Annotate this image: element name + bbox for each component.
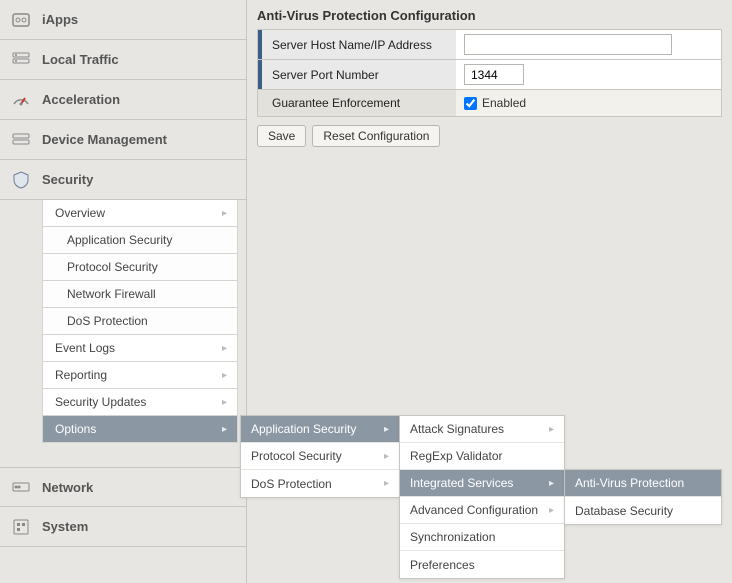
flyout-synchronization[interactable]: Synchronization <box>400 524 564 551</box>
submenu-protocol-security[interactable]: Protocol Security <box>43 254 237 281</box>
flyout-protocol-security[interactable]: Protocol Security ▸ <box>241 443 399 470</box>
chevron-right-icon: ▸ <box>222 208 227 219</box>
flyout-advanced-config[interactable]: Advanced Configuration ▸ <box>400 497 564 524</box>
submenu-overview[interactable]: Overview ▸ <box>43 200 237 227</box>
page-title: Anti-Virus Protection Configuration <box>257 8 722 23</box>
intsvc-flyout: Anti-Virus Protection Database Security <box>564 469 722 525</box>
host-input[interactable] <box>464 34 672 55</box>
flyout-database-security[interactable]: Database Security <box>565 497 721 524</box>
nav-label: iApps <box>42 12 78 27</box>
config-form: Server Host Name/IP Address Server Port … <box>257 29 722 117</box>
submenu-reporting[interactable]: Reporting ▸ <box>43 362 237 389</box>
nav-system[interactable]: System <box>0 507 246 547</box>
guarantee-label: Guarantee Enforcement <box>258 90 456 116</box>
submenu-label: Options <box>55 422 96 436</box>
iapps-icon <box>10 9 32 31</box>
chevron-right-icon: ▸ <box>384 424 389 435</box>
chevron-right-icon: ▸ <box>222 343 227 354</box>
flyout-app-security[interactable]: Application Security ▸ <box>241 416 399 443</box>
nav-label: Local Traffic <box>42 52 119 67</box>
appsec-flyout: Attack Signatures ▸ RegExp Validator Int… <box>399 415 565 579</box>
chevron-right-icon: ▸ <box>384 478 389 489</box>
submenu-network-firewall[interactable]: Network Firewall <box>43 281 237 308</box>
chevron-right-icon: ▸ <box>549 505 554 516</box>
submenu-app-security[interactable]: Application Security <box>43 227 237 254</box>
device-management-icon <box>10 129 32 151</box>
submenu-security-updates[interactable]: Security Updates ▸ <box>43 389 237 416</box>
flyout-integrated-services[interactable]: Integrated Services ▸ <box>400 470 564 497</box>
nav-label: Network <box>42 480 93 495</box>
shield-icon <box>10 169 32 191</box>
options-flyout: Application Security ▸ Protocol Security… <box>240 415 400 498</box>
nav-label: Acceleration <box>42 92 120 107</box>
nav-acceleration[interactable]: Acceleration <box>0 80 246 120</box>
network-icon <box>10 476 32 498</box>
flyout-label: Anti-Virus Protection <box>575 476 684 490</box>
nav-iapps[interactable]: iApps <box>0 0 246 40</box>
local-traffic-icon <box>10 49 32 71</box>
nav-network[interactable]: Network <box>0 467 246 507</box>
flyout-label: Database Security <box>575 504 673 518</box>
nav-label: System <box>42 519 88 534</box>
flyout-label: Application Security <box>251 422 356 436</box>
flyout-label: Integrated Services <box>410 476 513 490</box>
nav-security[interactable]: Security <box>0 160 246 200</box>
flyout-anti-virus[interactable]: Anti-Virus Protection <box>565 470 721 497</box>
submenu-label: Event Logs <box>55 341 115 355</box>
flyout-label: RegExp Validator <box>410 449 503 463</box>
nav-local-traffic[interactable]: Local Traffic <box>0 40 246 80</box>
submenu-dos-protection[interactable]: DoS Protection <box>43 308 237 335</box>
sidebar: iApps Local Traffic Acceleration Device … <box>0 0 247 583</box>
flyout-label: DoS Protection <box>251 477 332 491</box>
flyout-preferences[interactable]: Preferences <box>400 551 564 578</box>
chevron-right-icon: ▸ <box>549 424 554 435</box>
chevron-right-icon: ▸ <box>222 397 227 408</box>
enabled-label: Enabled <box>482 96 526 110</box>
flyout-label: Protocol Security <box>251 449 342 463</box>
nav-label: Security <box>42 172 93 187</box>
chevron-right-icon: ▸ <box>384 451 389 462</box>
nav-label: Device Management <box>42 132 167 147</box>
flyout-label: Advanced Configuration <box>410 503 538 517</box>
host-label: Server Host Name/IP Address <box>258 30 456 59</box>
submenu-event-logs[interactable]: Event Logs ▸ <box>43 335 237 362</box>
flyout-label: Attack Signatures <box>410 422 504 436</box>
security-submenu: Overview ▸ Application Security Protocol… <box>42 200 238 443</box>
flyout-dos-protection[interactable]: DoS Protection ▸ <box>241 470 399 497</box>
flyout-label: Preferences <box>410 558 475 572</box>
submenu-label: Reporting <box>55 368 107 382</box>
reset-button[interactable]: Reset Configuration <box>312 125 440 147</box>
nav-device-management[interactable]: Device Management <box>0 120 246 160</box>
acceleration-icon <box>10 89 32 111</box>
port-label: Server Port Number <box>258 60 456 89</box>
port-input[interactable] <box>464 64 524 85</box>
enabled-checkbox[interactable] <box>464 97 477 110</box>
submenu-label: Application Security <box>67 233 172 247</box>
flyout-label: Synchronization <box>410 530 495 544</box>
chevron-right-icon: ▸ <box>549 478 554 489</box>
submenu-label: Network Firewall <box>67 287 156 301</box>
submenu-options[interactable]: Options ▸ <box>43 416 237 443</box>
flyout-regexp-validator[interactable]: RegExp Validator <box>400 443 564 470</box>
submenu-label: Security Updates <box>55 395 146 409</box>
system-icon <box>10 516 32 538</box>
chevron-right-icon: ▸ <box>222 424 227 435</box>
submenu-label: DoS Protection <box>67 314 148 328</box>
flyout-attack-signatures[interactable]: Attack Signatures ▸ <box>400 416 564 443</box>
submenu-label: Protocol Security <box>67 260 158 274</box>
chevron-right-icon: ▸ <box>222 370 227 381</box>
save-button[interactable]: Save <box>257 125 306 147</box>
submenu-label: Overview <box>55 206 105 220</box>
